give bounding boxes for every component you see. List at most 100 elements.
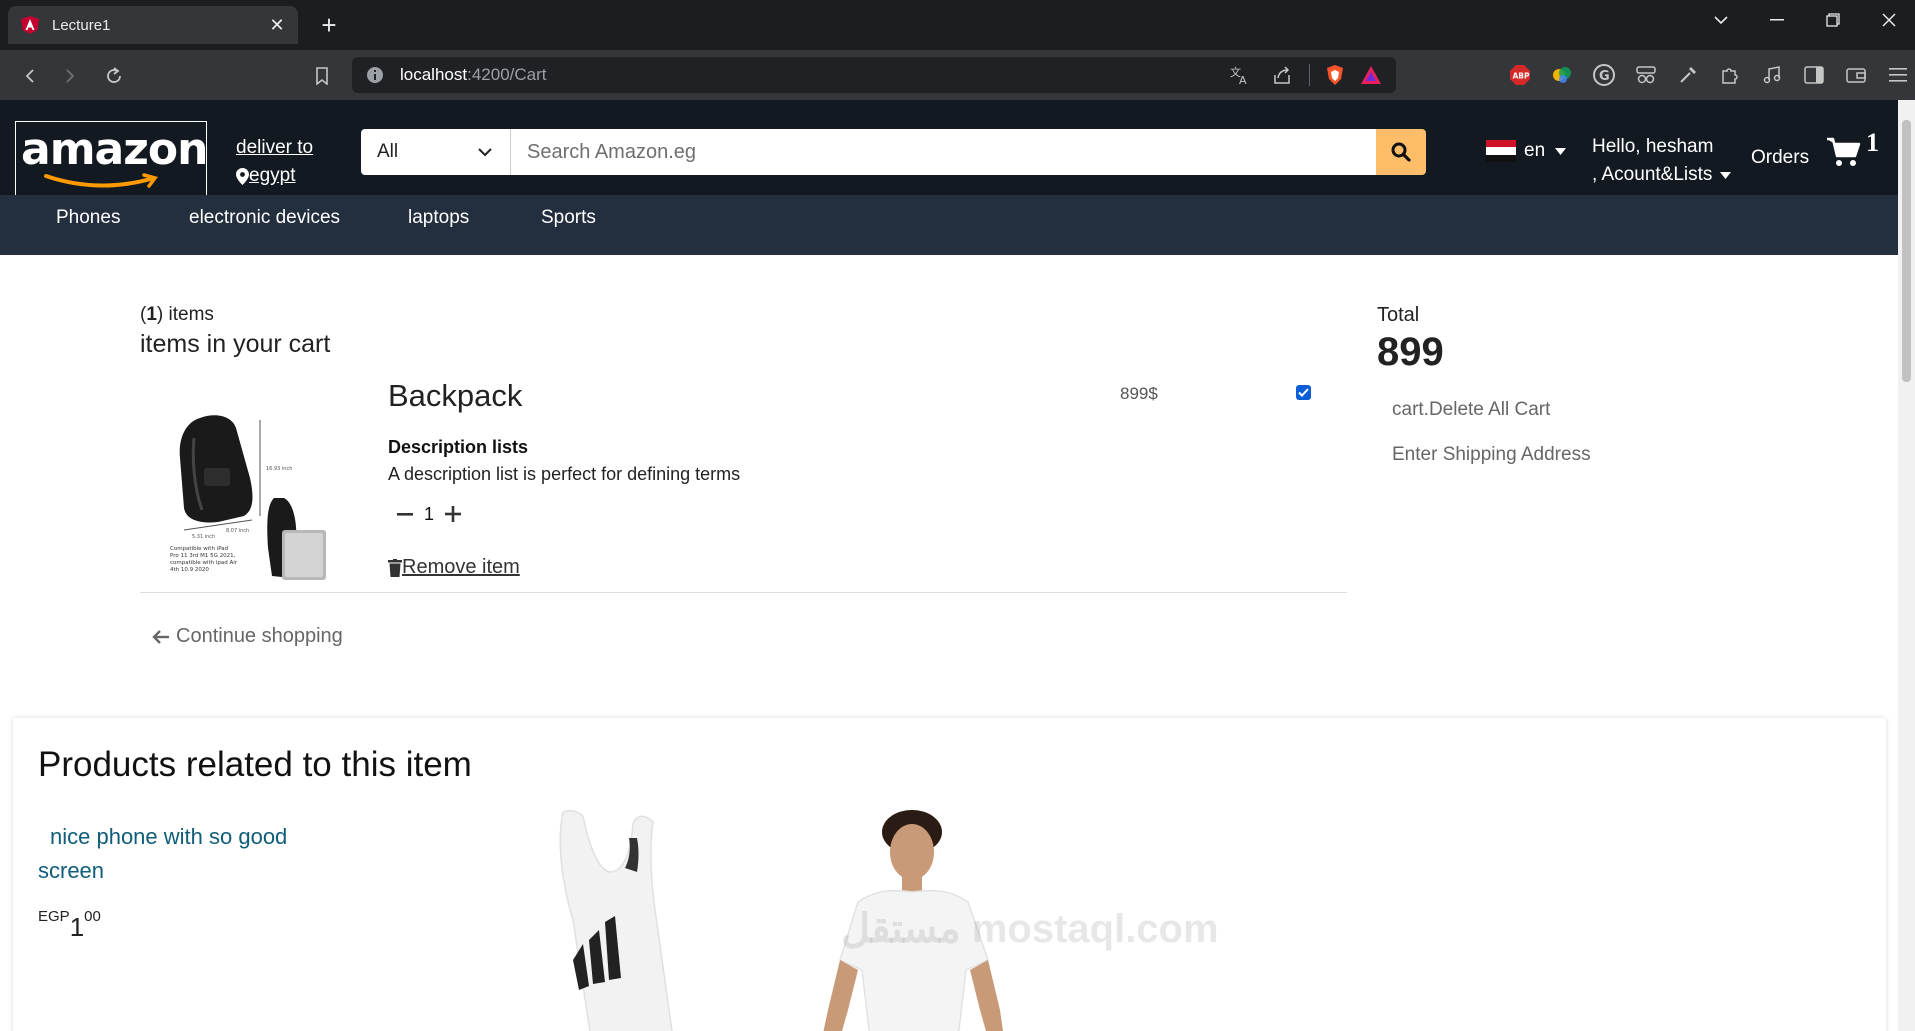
brave-rewards-icon[interactable]: [1356, 60, 1386, 90]
mostaql-watermark: مستقل mostaql.com: [841, 907, 1219, 951]
arrow-left-icon: [152, 629, 169, 644]
minus-icon: [397, 512, 413, 516]
site-info-icon[interactable]: [366, 66, 384, 84]
item-price: 899$: [1120, 384, 1158, 403]
svg-text:4th 10.9 2020: 4th 10.9 2020: [170, 567, 209, 573]
deliver-location: egypt: [249, 165, 296, 186]
account-menu[interactable]: Hello, hesham , Acount&Lists: [1592, 133, 1732, 189]
tab-title: Lecture1: [52, 16, 111, 34]
product-name[interactable]: Backpack: [388, 378, 522, 414]
enter-shipping-address-button[interactable]: Enter Shipping Address: [1392, 444, 1591, 466]
account-lists: , Acount&Lists: [1592, 164, 1713, 185]
chevron-down-icon: [478, 147, 492, 156]
svg-text:Pro 11 3rd M1 5G 2021,: Pro 11 3rd M1 5G 2021,: [170, 553, 236, 559]
brave-shields-icon[interactable]: [1320, 60, 1350, 90]
product-description: A description list is perfect for defini…: [388, 464, 741, 484]
adblock-icon[interactable]: ABP: [1505, 60, 1535, 90]
media-music-icon[interactable]: [1757, 60, 1787, 90]
decrease-quantity-button[interactable]: [396, 500, 414, 528]
restore-icon[interactable]: [1808, 0, 1858, 40]
search-category-select[interactable]: All: [361, 129, 511, 175]
cart-divider: [140, 592, 1347, 593]
related-product-name[interactable]: nice phone with so good screen: [38, 820, 338, 888]
increase-quantity-button[interactable]: [444, 500, 462, 528]
puzzle-extensions-icon[interactable]: [1715, 60, 1745, 90]
cart-items-count: (1) items: [140, 304, 214, 325]
caret-down-icon: [1555, 147, 1567, 155]
delete-all-cart-button[interactable]: cart.Delete All Cart: [1392, 399, 1550, 421]
search-bar: All: [361, 129, 1426, 175]
nav-item-phones[interactable]: Phones: [56, 207, 120, 229]
eyedropper-icon[interactable]: [1673, 60, 1703, 90]
checkmark-icon: [1298, 388, 1309, 397]
color-extension-icon[interactable]: [1547, 60, 1577, 90]
language-selector[interactable]: en: [1486, 140, 1567, 162]
continue-shopping-link[interactable]: Continue shopping: [152, 625, 343, 648]
scrollbar-thumb[interactable]: [1902, 120, 1911, 382]
svg-text:8.07 inch: 8.07 inch: [226, 528, 249, 534]
incognito-extension-icon[interactable]: [1631, 60, 1661, 90]
cart-title: items in your cart: [140, 330, 331, 358]
tab-close-icon[interactable]: ✕: [268, 15, 286, 36]
site-header: amazon deliver to egypt All en Hello, he…: [0, 100, 1898, 196]
page-scrollbar[interactable]: [1898, 100, 1915, 1031]
extensions-row: ABP G: [1505, 60, 1913, 90]
angular-favicon-icon: [21, 16, 39, 34]
search-input[interactable]: [511, 129, 1376, 175]
quantity-value: 1: [424, 503, 435, 524]
svg-text:A: A: [1239, 74, 1247, 85]
svg-text:compatible with ipad Air: compatible with ipad Air: [170, 560, 238, 566]
translate-icon[interactable]: 文A: [1225, 60, 1255, 90]
related-product-price: EGP 1 00: [38, 908, 101, 942]
browser-tab[interactable]: Lecture1 ✕: [8, 6, 298, 44]
backpack-product-image[interactable]: 16.93 inch 5.31 inch 8.07 inch Compatibl…: [164, 398, 334, 584]
deliver-to-link[interactable]: deliver to egypt: [236, 134, 313, 190]
total-label: Total: [1377, 304, 1420, 326]
wallet-icon[interactable]: [1841, 60, 1871, 90]
address-bar[interactable]: localhost:4200/Cart 文A: [352, 57, 1396, 93]
shopping-cart-icon: [1827, 137, 1861, 166]
related-products-title: Products related to this item: [38, 745, 472, 784]
forward-icon[interactable]: [56, 62, 84, 90]
orders-link[interactable]: Orders: [1751, 147, 1809, 169]
svg-text:Compatible with iPad: Compatible with iPad: [170, 546, 228, 552]
bookmark-icon[interactable]: [308, 62, 336, 90]
address-bar-actions: 文A: [1225, 57, 1396, 93]
cart-count: 1: [1866, 128, 1879, 157]
close-window-icon[interactable]: [1864, 0, 1914, 40]
logo-smile-icon: [44, 173, 158, 188]
remove-item-link[interactable]: Remove item: [388, 556, 520, 579]
caret-down-icon: [1720, 171, 1732, 179]
search-icon: [1391, 142, 1411, 162]
browser-tab-bar: Lecture1 ✕ +: [0, 0, 1915, 50]
nav-item-laptops[interactable]: laptops: [408, 207, 469, 229]
grammarly-icon[interactable]: G: [1589, 60, 1619, 90]
nav-item-sports[interactable]: Sports: [541, 207, 596, 229]
new-tab-button[interactable]: +: [314, 10, 344, 40]
svg-text:G: G: [1599, 69, 1610, 84]
tab-search-icon[interactable]: [1696, 0, 1746, 40]
egypt-flag-icon: [1486, 140, 1516, 162]
amazon-logo[interactable]: amazon: [15, 121, 208, 196]
plus-icon: [445, 506, 462, 522]
account-greeting: Hello, hesham: [1592, 136, 1714, 157]
total-value: 899: [1377, 330, 1444, 374]
svg-text:ABP: ABP: [1513, 72, 1531, 81]
sock-product-image[interactable]: [533, 810, 693, 1031]
back-icon[interactable]: [16, 62, 44, 90]
category-nav: Phones electronic devices laptops Sports: [0, 195, 1898, 255]
product-description-heading: Description lists: [388, 437, 529, 457]
location-pin-icon: [236, 167, 249, 185]
cart-button[interactable]: 1: [1826, 128, 1879, 168]
nav-item-electronic-devices[interactable]: electronic devices: [189, 207, 340, 229]
select-item-checkbox[interactable]: [1296, 385, 1311, 400]
reload-icon[interactable]: [100, 62, 128, 90]
svg-text:5.31 inch: 5.31 inch: [192, 534, 215, 540]
trash-icon: [388, 558, 402, 577]
share-icon[interactable]: [1267, 60, 1297, 90]
menu-icon[interactable]: [1883, 60, 1913, 90]
minimize-icon[interactable]: [1752, 0, 1802, 40]
sidebar-icon[interactable]: [1799, 60, 1829, 90]
related-products-section: Products related to this item nice phone…: [13, 718, 1886, 1031]
search-button[interactable]: [1376, 129, 1426, 175]
